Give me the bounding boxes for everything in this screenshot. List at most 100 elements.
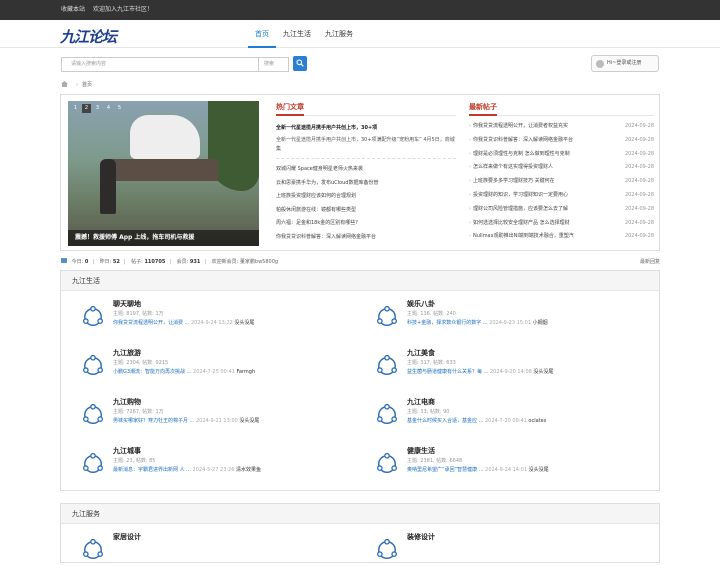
list-item[interactable]: 上班族要多多学习理财技巧 关键何在2024-09-28: [469, 175, 654, 189]
stat-yesterday: 52: [112, 259, 120, 265]
board-name[interactable]: 装修设计: [407, 532, 435, 542]
board-name[interactable]: 健康生活: [407, 446, 435, 456]
list-item[interactable]: 你我贷贷识科普解答：深入解读网络金融平台2024-09-28: [469, 134, 654, 148]
board-name[interactable]: 九江美食: [407, 348, 435, 358]
search-row: 请输入搜索内容 搜索 Hi~登录或注册: [0, 48, 720, 80]
slider-image-person: [100, 159, 116, 214]
slider-image-car: [130, 115, 200, 159]
board-name[interactable]: 九江城事: [113, 446, 141, 456]
last-post-link[interactable]: 你我贷贷流程透明公开，让消费 ...: [113, 320, 189, 326]
last-post-link[interactable]: 小鹏G3潮流：智能万向再次挑战 ...: [113, 369, 191, 375]
forum-board[interactable]: 九江美食 主题: 317, 帖数: 633 益生菌与肠道健康有什么关系？每 ... …: [355, 347, 645, 387]
hot-articles: 热门文章 全新一代星途揽月携手用户共创上市，30+项 全新一代星途揽月携手用户共…: [276, 101, 456, 245]
section-title[interactable]: 九江生活: [61, 271, 659, 291]
newest-member-link[interactable]: 董家鹏bw5800g: [240, 259, 278, 265]
list-item[interactable]: 你我贷贷流程透明公开，让消费者权益充实2024-09-28: [469, 120, 654, 134]
image-slider[interactable]: 1 2 3 4 5 震撼！救援师傅 App 上线，拖车司机与救援: [68, 101, 259, 246]
board-stats: 主题: 2381, 帖数: 6648: [407, 458, 463, 464]
hot-articles-title: 热门文章: [276, 101, 456, 116]
forum-stats: 今日: 0 | 昨日: 52 | 帖子: 110705 | 会员: 931 | 欢迎新会…: [61, 258, 660, 268]
bookmark-link[interactable]: 收藏本站: [61, 6, 85, 13]
search-input[interactable]: 请输入搜索内容: [61, 57, 258, 72]
list-item[interactable]: 投资理财的知识，学习理财知识一定要用心2024-09-28: [469, 189, 654, 203]
list-item[interactable]: 理财公司风险管理措施，应该要怎么去了解2024-09-28: [469, 203, 654, 217]
last-post-user[interactable]: 没头没尾: [234, 320, 254, 326]
board-icon: [83, 355, 103, 375]
last-post-user[interactable]: 没头没尾: [529, 467, 549, 473]
slider-page[interactable]: 1: [71, 104, 80, 113]
last-post-user[interactable]: 小钢烟: [533, 320, 548, 326]
forum-board[interactable]: 装修设计: [355, 531, 645, 571]
last-post-link[interactable]: 最新消息：宇霸君进界出新网 人 ...: [113, 467, 191, 473]
board-name[interactable]: 家居设计: [113, 532, 141, 542]
board-name[interactable]: 聊天聊地: [113, 299, 141, 309]
board-icon: [83, 539, 103, 559]
forum-board[interactable]: 聊天聊地 主题: 8197, 帖数: 1万 你我贷贷流程透明公开，让消费 ... 2…: [61, 298, 351, 338]
board-name[interactable]: 九江旅游: [113, 348, 141, 358]
home-icon[interactable]: [61, 81, 68, 87]
latest-replies-link[interactable]: 最新回复: [640, 258, 660, 265]
search-button[interactable]: [293, 56, 307, 71]
list-item[interactable]: 你我贷贷识科普解答：深入解读网络金融平台: [276, 231, 456, 245]
list-item[interactable]: 帕般休闲旅游在线：镜都有哪些类型: [276, 204, 456, 218]
section-title[interactable]: 九江服务: [61, 504, 659, 524]
slider-page[interactable]: 3: [93, 104, 102, 113]
site-logo[interactable]: 九江论坛: [60, 26, 117, 47]
search-type-select[interactable]: 搜索: [258, 57, 289, 72]
last-post-time: 2024-9-20 14:08: [489, 369, 532, 375]
slider-page-active[interactable]: 2: [82, 104, 91, 113]
slider-page[interactable]: 5: [115, 104, 124, 113]
last-post-time: 2024-7-20 09:41: [484, 418, 527, 424]
hot-lead-link[interactable]: 全新一代星途揽月携手用户共创上市，30+项: [276, 124, 456, 131]
nav-life[interactable]: 九江生活: [276, 20, 318, 48]
last-post-link[interactable]: 益生菌与肠道健康有什么关系？每 ...: [407, 369, 488, 375]
forum-board[interactable]: 九江购物 主题: 7267, 帖数: 1万 男袜买哪家好？穿力牡王的棉子月 ... …: [61, 396, 351, 436]
board-stats: 主题: 33, 帖数: 90: [407, 409, 450, 415]
list-item[interactable]: 上班族投资理财应该如何的合理规划: [276, 190, 456, 204]
last-post-user[interactable]: Farmgh: [236, 369, 255, 375]
forum-board[interactable]: 九江旅游主题: 2304, 帖数: 9215 小鹏G3潮流：智能万向再次挑战 ..…: [61, 347, 351, 387]
last-post-user[interactable]: 没头没尾: [239, 418, 259, 424]
last-post-link[interactable]: 奥呐里尼希望广“承回”智慧健康 ...: [407, 467, 484, 473]
last-post-link[interactable]: 男袜买哪家好？穿力牡王的棉子月 ...: [113, 418, 194, 424]
board-name[interactable]: 九江购物: [113, 397, 141, 407]
last-post-link[interactable]: 基金什么时候买入合适，基金应 ...: [407, 418, 483, 424]
board-icon: [377, 355, 397, 375]
last-post-link[interactable]: 科技+金融，择求数众银行的数字 ...: [407, 320, 488, 326]
list-item[interactable]: 双城闪耀 Space健身明星老师火热来袭: [276, 163, 456, 177]
last-post-user[interactable]: oclates: [528, 418, 546, 424]
slider-page[interactable]: 4: [104, 104, 113, 113]
board-name[interactable]: 娱乐八卦: [407, 299, 435, 309]
latest-posts-title: 最新帖子: [469, 101, 654, 116]
list-item[interactable]: 周六福：足金和18k金的区别有哪些?: [276, 217, 456, 231]
login-label: Hi~登录或注册: [607, 60, 642, 66]
last-post-user[interactable]: 没头没尾: [533, 369, 553, 375]
slider-caption[interactable]: 震撼！救援师傅 App 上线，拖车司机与救援: [68, 230, 259, 246]
forum-board[interactable]: 健康生活主题: 2381, 帖数: 6648 奥呐里尼希望广“承回”智慧健康 ..…: [355, 445, 645, 485]
forum-board[interactable]: 九江城事 主题: 23, 帖数: 85 最新消息：宇霸君进界出新网 人 ... 20…: [61, 445, 351, 485]
top-bar: 收藏本站 欢迎加入九江市社区！: [0, 0, 720, 20]
login-button[interactable]: Hi~登录或注册: [591, 55, 659, 72]
list-item[interactable]: 如何选选择比较安全理财产品 怎么选择理财2024-09-28: [469, 217, 654, 231]
board-stats: 主题: 2304, 帖数: 9215: [113, 360, 169, 366]
board-last-post: 小鹏G3潮流：智能万向再次挑战 ... 2024-7-25 00:41 Farm…: [113, 368, 255, 375]
forum-board[interactable]: 九江电商主题: 33, 帖数: 90 基金什么时候买入合适，基金应 ... 202…: [355, 396, 645, 436]
list-item[interactable]: 云和思豪携手华为，发布uCloud数据库备份管: [276, 177, 456, 191]
last-post-user[interactable]: 清水效果鱼: [236, 467, 261, 473]
board-last-post: 最新消息：宇霸君进界出新网 人 ... 2024-5-27 23:26 清水效果…: [113, 466, 261, 473]
last-post-time: 2024-9-24 14:01: [485, 467, 528, 473]
board-name[interactable]: 九江电商: [407, 397, 435, 407]
list-item[interactable]: 理财是必须理性与克制 怎么做到理性与克制2024-09-28: [469, 148, 654, 162]
nav-home[interactable]: 首页: [248, 20, 276, 48]
list-item[interactable]: Nullmax观助推出NI端到端技术融合，重塑汽2024-09-28: [469, 230, 654, 244]
forum-section-service: 九江服务 家居设计 装修设计: [60, 503, 660, 563]
list-item[interactable]: 怎么样来做个有这实理得投资理财人2024-09-28: [469, 161, 654, 175]
slider-pager: 1 2 3 4 5: [71, 104, 124, 113]
forum-board[interactable]: 娱乐八卦 主题: 136, 帖数: 240 科技+金融，择求数众银行的数字 ... …: [355, 298, 645, 338]
forum-board[interactable]: 家居设计: [61, 531, 351, 571]
chart-icon: [61, 258, 67, 263]
nav-service[interactable]: 九江服务: [318, 20, 360, 48]
board-icon: [83, 453, 103, 473]
slider-image-truck: [108, 159, 218, 181]
stat-today: 0: [84, 259, 89, 265]
